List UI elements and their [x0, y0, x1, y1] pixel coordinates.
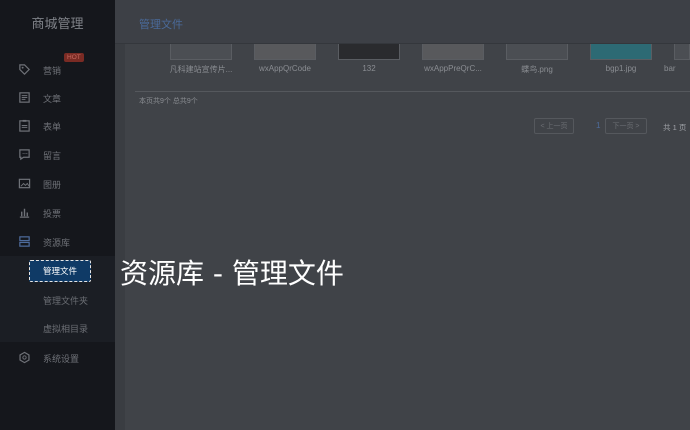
file-name[interactable]: 蝶鸟.png — [499, 64, 575, 75]
message-icon — [19, 149, 30, 161]
file-thumbnail[interactable] — [170, 44, 232, 60]
file-thumbnail[interactable] — [422, 44, 484, 60]
file-thumbnail[interactable] — [674, 44, 690, 60]
submenu-item-manage-folders[interactable]: 管理文件夹 — [0, 286, 115, 314]
prev-page-button[interactable]: < 上一页 — [534, 118, 574, 134]
file-name[interactable]: 凡科建站宣传片... — [163, 64, 239, 75]
submenu-item-label: 虚拟相目录 — [43, 323, 89, 334]
sidebar-item-label: 文章 — [43, 93, 62, 104]
submenu-item-label: 管理文件夹 — [43, 295, 89, 306]
main-panel: 管理文件 凡科建站宣传片... wxAppQrCode 132 wxAppPre… — [115, 0, 690, 430]
sidebar-item-label: 留言 — [43, 150, 62, 161]
sidebar-item-albums[interactable]: 图册 — [0, 170, 115, 198]
file-name[interactable]: 132 — [331, 64, 407, 73]
sidebar-item-resources[interactable]: 资源库 — [0, 228, 115, 256]
sidebar-item-messages[interactable]: 留言 — [0, 141, 115, 169]
file-count-summary: 本页共9个 总共9个 — [139, 98, 198, 105]
file-grid: 凡科建站宣传片... wxAppQrCode 132 wxAppPreQrC..… — [135, 44, 690, 92]
file-thumbnail[interactable] — [590, 44, 652, 60]
sidebar-item-label: 图册 — [43, 179, 62, 190]
next-page-button[interactable]: 下一页 > — [605, 118, 647, 134]
settings-icon — [19, 351, 30, 364]
sidebar-item-label: 系统设置 — [43, 353, 80, 364]
file-name[interactable]: bar — [664, 64, 690, 73]
top-bar: 管理文件 — [115, 0, 690, 44]
total-pages-label: 共 1 页 — [663, 123, 687, 132]
file-thumbnail[interactable] — [254, 44, 316, 60]
file-thumbnail[interactable] — [338, 44, 400, 60]
chart-icon — [19, 208, 30, 218]
file-name[interactable]: bgp1.jpg — [583, 64, 659, 73]
article-icon — [19, 92, 30, 103]
sidebar: 商城管理 营销 HOT 文章 表单 留言 图册 投票 资源库 管理文件 管理文件… — [0, 0, 115, 430]
submenu-item-virtual-directory[interactable]: 虚拟相目录 — [0, 314, 115, 342]
file-name[interactable]: wxAppQrCode — [247, 64, 323, 73]
file-thumbnail[interactable] — [506, 44, 568, 60]
submenu-item-manage-files[interactable]: 管理文件 — [29, 260, 91, 282]
sidebar-item-settings[interactable]: 系统设置 — [0, 344, 115, 372]
tag-icon — [19, 64, 30, 75]
sidebar-item-votes[interactable]: 投票 — [0, 199, 115, 227]
file-list-area: 凡科建站宣传片... wxAppQrCode 132 wxAppPreQrC..… — [125, 44, 690, 430]
sidebar-item-articles[interactable]: 文章 — [0, 84, 115, 112]
page-title: 管理文件 — [139, 19, 183, 31]
app-title: 商城管理 — [31, 15, 84, 31]
sidebar-item-marketing[interactable]: 营销 — [0, 56, 115, 84]
current-page-number[interactable]: 1 — [596, 121, 600, 130]
sidebar-item-forms[interactable]: 表单 — [0, 112, 115, 140]
storage-icon — [19, 236, 30, 247]
overlay-caption: 资源库 - 管理文件 — [120, 257, 344, 290]
image-icon — [18, 178, 31, 189]
form-icon — [19, 119, 30, 132]
sidebar-item-label: 营销 — [43, 65, 62, 76]
sidebar-item-label: 表单 — [43, 121, 62, 132]
file-name[interactable]: wxAppPreQrC... — [415, 64, 491, 73]
sidebar-item-label: 资源库 — [43, 237, 71, 248]
hot-badge: HOT — [64, 53, 84, 62]
sidebar-item-label: 投票 — [43, 208, 62, 219]
